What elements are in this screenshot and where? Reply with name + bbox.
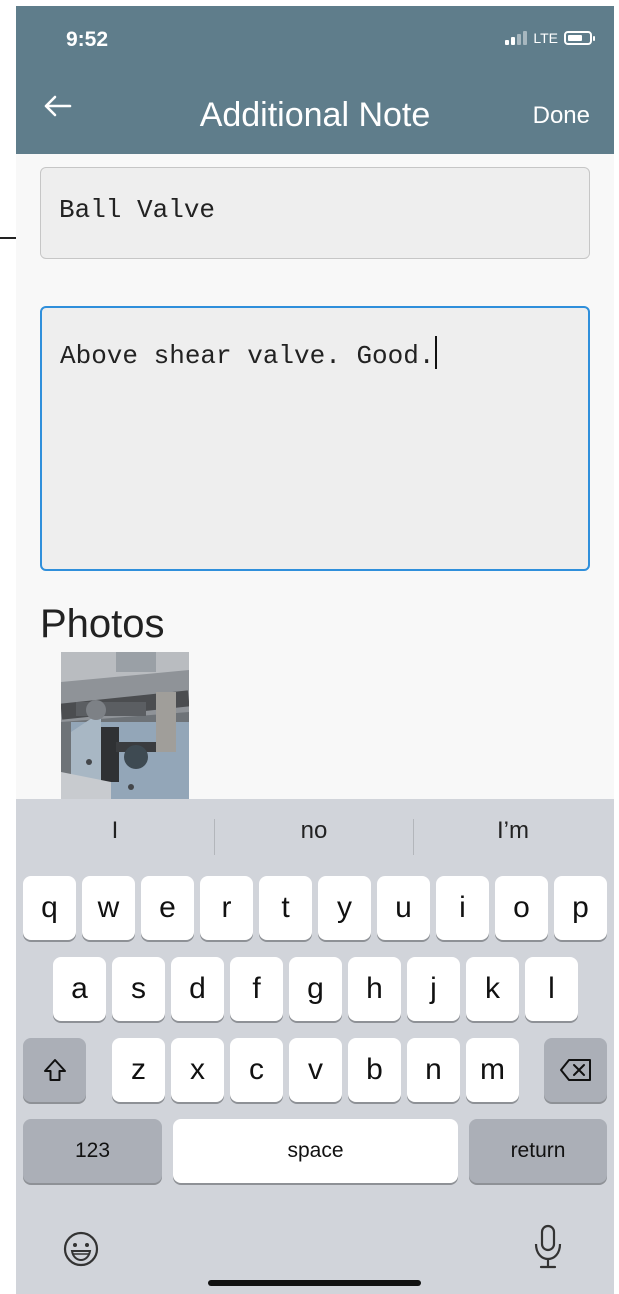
suggestion-3[interactable]: I’m [414, 817, 612, 845]
key-w[interactable]: w [82, 876, 135, 940]
backspace-icon [559, 1059, 591, 1081]
key-k[interactable]: k [466, 957, 519, 1021]
software-keyboard: I no I’m q w e r t y u i o p a s d f g h… [16, 799, 614, 1294]
status-time: 9:52 [66, 28, 109, 51]
key-z[interactable]: z [112, 1038, 165, 1102]
key-y[interactable]: y [318, 876, 371, 940]
key-j[interactable]: j [407, 957, 460, 1021]
page-title: Additional Note [199, 96, 431, 134]
key-x[interactable]: x [171, 1038, 224, 1102]
photos-heading: Photos [40, 602, 165, 646]
key-e[interactable]: e [141, 876, 194, 940]
text-cursor [435, 336, 438, 369]
space-key[interactable]: space [173, 1119, 458, 1183]
shift-icon [43, 1059, 66, 1081]
key-g[interactable]: g [289, 957, 342, 1021]
key-m[interactable]: m [466, 1038, 519, 1102]
key-h[interactable]: h [348, 957, 401, 1021]
done-button[interactable]: Done [533, 102, 590, 130]
network-label: LTE [533, 30, 558, 46]
key-f[interactable]: f [230, 957, 283, 1021]
shift-key[interactable] [23, 1038, 86, 1102]
key-q[interactable]: q [23, 876, 76, 940]
key-a[interactable]: a [53, 957, 106, 1021]
key-s[interactable]: s [112, 957, 165, 1021]
app-header: 9:52 LTE Additional Note Done [16, 6, 614, 154]
home-indicator[interactable] [208, 1280, 421, 1286]
suggestion-2[interactable]: no [215, 817, 413, 845]
note-textarea[interactable]: Above shear valve. Good. [40, 306, 590, 571]
key-r[interactable]: r [200, 876, 253, 940]
key-t[interactable]: t [259, 876, 312, 940]
suggestion-bar: I no I’m [16, 799, 614, 875]
microphone-icon[interactable] [533, 1224, 563, 1270]
backspace-key[interactable] [544, 1038, 607, 1102]
note-textarea-value: Above shear valve. Good. [60, 341, 435, 371]
key-b[interactable]: b [348, 1038, 401, 1102]
return-key[interactable]: return [469, 1119, 607, 1183]
key-i[interactable]: i [436, 876, 489, 940]
key-c[interactable]: c [230, 1038, 283, 1102]
numbers-key[interactable]: 123 [23, 1119, 162, 1183]
title-input[interactable]: Ball Valve [40, 167, 590, 259]
title-input-value: Ball Valve [59, 195, 216, 225]
emoji-icon[interactable] [62, 1230, 100, 1268]
key-d[interactable]: d [171, 957, 224, 1021]
suggestion-1[interactable]: I [16, 817, 214, 845]
signal-icon [505, 31, 528, 45]
phone-screen: 9:52 LTE Additional Note Done Ball Valve… [16, 6, 614, 1294]
photo-thumbnail[interactable] [61, 652, 189, 800]
key-v[interactable]: v [289, 1038, 342, 1102]
key-l[interactable]: l [525, 957, 578, 1021]
status-indicators: LTE [505, 30, 595, 46]
key-u[interactable]: u [377, 876, 430, 940]
key-o[interactable]: o [495, 876, 548, 940]
battery-icon [564, 31, 595, 45]
key-p[interactable]: p [554, 876, 607, 940]
key-n[interactable]: n [407, 1038, 460, 1102]
